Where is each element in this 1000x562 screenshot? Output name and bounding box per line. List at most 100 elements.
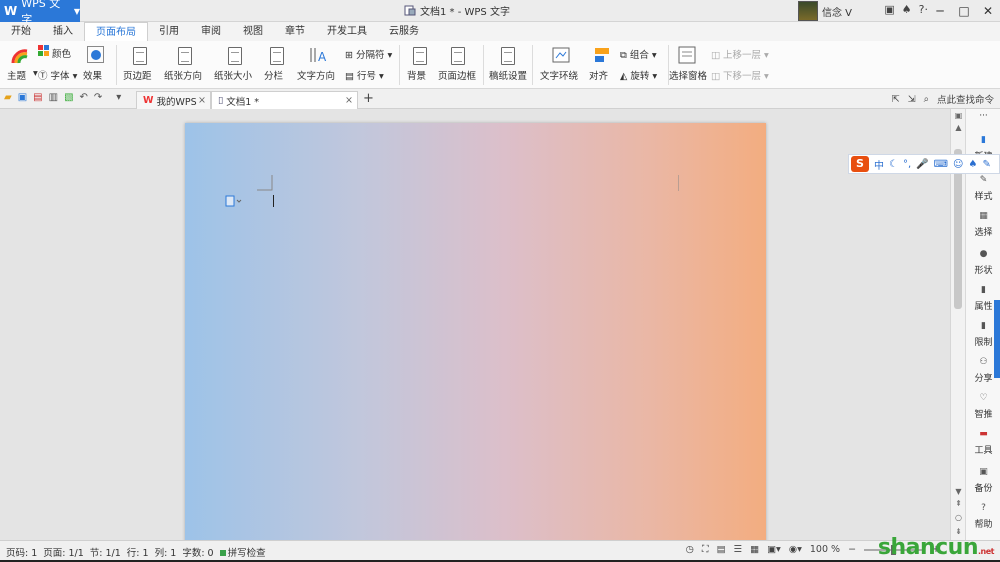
task-pane-item-1[interactable]: ✎ 样式: [966, 175, 1000, 202]
fullscreen-icon[interactable]: ⛶: [702, 544, 709, 555]
task-pane-item-9[interactable]: ▣ 备份: [966, 467, 1000, 494]
task-pane-item-10[interactable]: ? 帮助: [966, 503, 1000, 530]
theme-icon[interactable]: [11, 47, 29, 65]
task-pane-handle[interactable]: [994, 300, 1000, 378]
columns-button[interactable]: 分栏: [264, 68, 283, 82]
breaks-button[interactable]: ⊞ 分隔符 ▾: [345, 47, 392, 61]
user-name[interactable]: 信念 V: [822, 4, 852, 19]
restore-button[interactable]: □: [952, 0, 976, 22]
avatar[interactable]: [797, 1, 818, 21]
ime-mode[interactable]: 中: [874, 157, 884, 172]
document-workspace[interactable]: [0, 109, 950, 543]
open-icon[interactable]: ▰: [4, 92, 12, 103]
tab-7[interactable]: 开发工具: [316, 22, 378, 41]
web-view-icon[interactable]: ▦: [750, 544, 759, 555]
page-size-button[interactable]: 纸张大小: [214, 68, 252, 82]
effects-button[interactable]: 效果: [83, 68, 102, 82]
spellcheck-button[interactable]: 拼写检查: [219, 545, 266, 559]
save-icon[interactable]: ▣: [18, 92, 27, 103]
bring-forward-button[interactable]: ◫ 上移一层 ▾: [711, 47, 769, 61]
fonts-button[interactable]: Ⓣ 字体 ▾: [38, 68, 77, 82]
customize-icon[interactable]: ▾: [116, 92, 121, 103]
tab-my-wps[interactable]: W 我的WPS ×: [136, 91, 211, 109]
shirt-icon[interactable]: ♠: [902, 3, 912, 16]
share-icon[interactable]: ⇱: [892, 94, 900, 105]
status-page-no[interactable]: 页码: 1: [6, 545, 37, 559]
close-icon[interactable]: ×: [198, 95, 206, 106]
outline-view-icon[interactable]: ☰: [734, 544, 743, 555]
line-numbers-button[interactable]: ▤ 行号 ▾: [345, 68, 384, 82]
zoom-out-button[interactable]: −: [848, 544, 856, 555]
eye-protection-icon[interactable]: ◉▾: [789, 544, 802, 555]
tab-1[interactable]: 插入: [42, 22, 84, 41]
export-pdf-icon[interactable]: ▤: [33, 92, 42, 103]
tab-5[interactable]: 视图: [232, 22, 274, 41]
print-preview-icon[interactable]: ▧: [64, 92, 73, 103]
task-pane-menu[interactable]: ···: [966, 111, 1000, 121]
tab-0[interactable]: 开始: [0, 22, 42, 41]
document-page[interactable]: [185, 123, 766, 543]
redo-icon[interactable]: ↷: [94, 92, 102, 103]
task-pane-item-2[interactable]: ▦ 选择: [966, 211, 1000, 238]
task-pane-item-8[interactable]: ▬ 工具: [966, 429, 1000, 456]
browse-object-icon[interactable]: ○: [951, 513, 966, 522]
chevron-down-icon[interactable]: ▼: [951, 487, 966, 496]
skin-icon[interactable]: ▣: [884, 3, 894, 16]
shirt-icon[interactable]: ♠: [968, 159, 977, 170]
status-words[interactable]: 字数: 0: [182, 545, 213, 559]
moon-icon[interactable]: ☾: [889, 159, 898, 170]
close-icon[interactable]: ×: [345, 95, 353, 106]
group-button[interactable]: ⧉ 组合 ▾: [620, 47, 657, 61]
help-icon[interactable]: ?·: [919, 3, 928, 16]
punctuation-icon[interactable]: °,: [903, 159, 911, 170]
effects-icon[interactable]: [87, 46, 104, 63]
new-tab-button[interactable]: +: [363, 91, 374, 106]
history-icon[interactable]: ◷: [686, 544, 694, 555]
align-button[interactable]: 对齐: [589, 68, 608, 82]
task-pane-item-7[interactable]: ♡ 智推: [966, 393, 1000, 420]
close-button[interactable]: ✕: [976, 0, 1000, 22]
text-direction-button[interactable]: 文字方向: [297, 68, 335, 82]
wrench-icon[interactable]: ✎: [982, 159, 990, 170]
wrap-text-button[interactable]: 文字环绕: [540, 68, 578, 82]
app-menu-button[interactable]: W WPS 文字 ▼: [0, 0, 80, 26]
minimize-button[interactable]: ─: [928, 0, 952, 22]
previous-page-icon[interactable]: ⇞: [951, 499, 966, 508]
scroll-up-icon[interactable]: ▣: [951, 111, 966, 120]
undo-icon[interactable]: ↶: [80, 92, 88, 103]
paper-settings-button[interactable]: 稿纸设置: [489, 68, 527, 82]
print-icon[interactable]: ▥: [49, 92, 58, 103]
zoom-level[interactable]: 100 %: [810, 544, 840, 555]
send-backward-button[interactable]: ◫ 下移一层 ▾: [711, 68, 769, 82]
margins-button[interactable]: 页边距: [123, 68, 152, 82]
reading-view-icon[interactable]: ▣▾: [767, 544, 781, 555]
comment-icon[interactable]: ⇲: [908, 94, 916, 105]
tab-8[interactable]: 云服务: [378, 22, 430, 41]
task-pane-item-3[interactable]: ● 形状: [966, 249, 1000, 276]
orientation-button[interactable]: 纸张方向: [164, 68, 202, 82]
status-pages[interactable]: 页面: 1/1: [43, 545, 84, 559]
status-row[interactable]: 行: 1: [127, 545, 149, 559]
rotate-button[interactable]: ◭ 旋转 ▾: [620, 68, 657, 82]
page-view-icon[interactable]: ▤: [717, 544, 726, 555]
background-button[interactable]: 背景: [407, 68, 426, 82]
command-search[interactable]: 点此查找命令: [937, 92, 994, 106]
chevron-up-icon[interactable]: ▲: [951, 123, 966, 132]
tab-6[interactable]: 章节: [274, 22, 316, 41]
tab-3[interactable]: 引用: [148, 22, 190, 41]
tab-2[interactable]: 页面布局: [84, 22, 148, 41]
ime-toolbar[interactable]: S 中 ☾ °, 🎤 ⌨ ☺ ♠ ✎: [848, 154, 1000, 174]
user-area[interactable]: 信念 V: [797, 0, 852, 22]
keyboard-icon[interactable]: ⌨: [934, 159, 948, 170]
colors-button[interactable]: 颜色: [52, 46, 71, 60]
status-col[interactable]: 列: 1: [155, 545, 177, 559]
theme-button[interactable]: 主题: [7, 68, 26, 82]
microphone-icon[interactable]: 🎤: [916, 159, 928, 170]
selection-pane-button[interactable]: 选择窗格: [669, 68, 707, 82]
page-border-button[interactable]: 页面边框: [438, 68, 476, 82]
search-icon[interactable]: ⌕: [924, 94, 929, 105]
paste-options-icon[interactable]: [225, 195, 243, 207]
tab-document-1[interactable]: ▯ 文档1 * ×: [211, 91, 358, 109]
tab-4[interactable]: 审阅: [190, 22, 232, 41]
status-section[interactable]: 节: 1/1: [90, 545, 121, 559]
